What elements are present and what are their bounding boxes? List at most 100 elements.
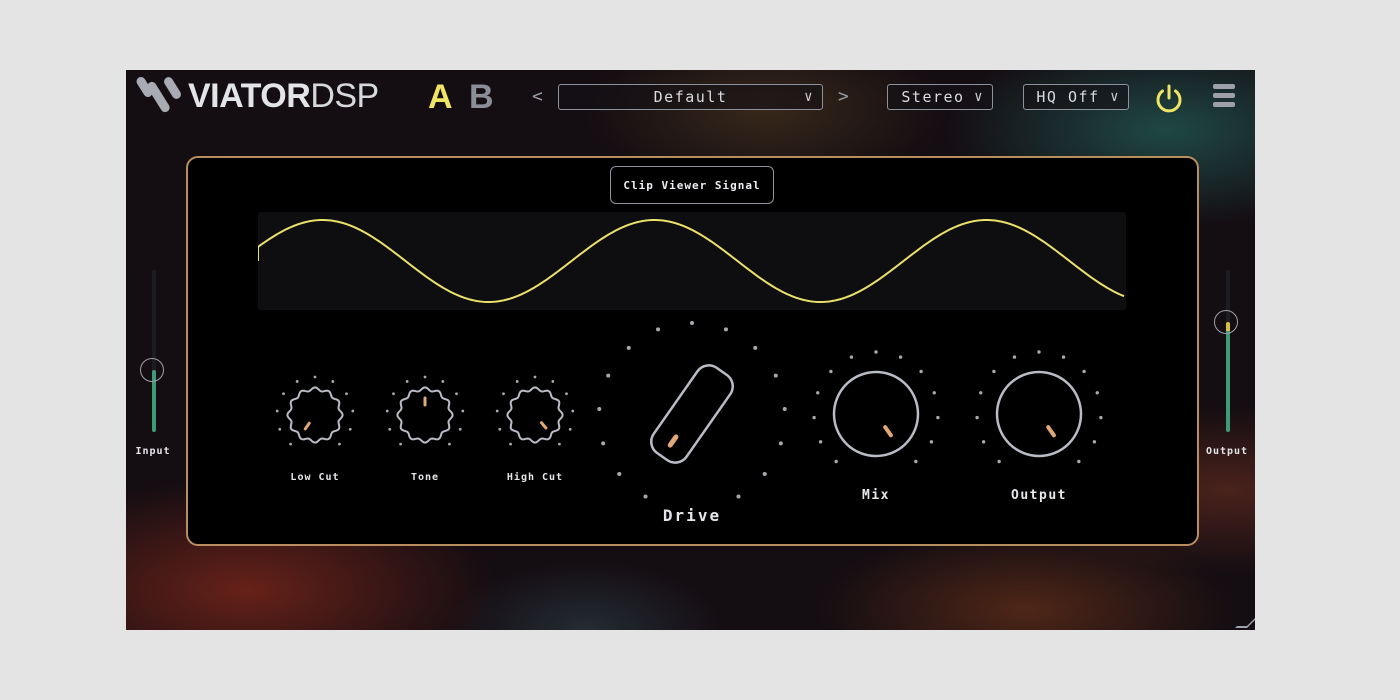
output-knob-tick [1099, 415, 1103, 420]
mix-knob-tick [829, 369, 833, 374]
tone-knob-tick [458, 427, 462, 431]
low-cut-knob-tick [295, 380, 299, 383]
drive-knob[interactable] [646, 360, 738, 468]
quality-value: HQ Off [1036, 88, 1100, 106]
drive-knob-tick [601, 441, 606, 446]
high-cut-knob-tick [568, 427, 572, 431]
drive-knob-body[interactable] [646, 360, 738, 468]
high-cut-knob-tick [571, 409, 575, 413]
tone-knob-tick [455, 392, 458, 396]
preset-name: Default [653, 88, 728, 106]
mix-label: Mix [862, 488, 890, 503]
input-slider[interactable] [140, 270, 164, 432]
output-knob-tick [981, 440, 986, 444]
high-cut-knob[interactable] [506, 386, 564, 444]
drive-knob-tick [643, 494, 648, 499]
channel-mode-dropdown[interactable]: Stereo ∨ [887, 84, 993, 110]
mix-knob-indicator [883, 425, 893, 438]
tone-knob-tick [385, 409, 389, 413]
low-cut-knob-indicator [303, 421, 311, 431]
high-cut-knob-tick [498, 427, 502, 431]
drive-knob-tick [656, 327, 661, 332]
mix-knob-tick [849, 355, 854, 359]
output-knob-tick [997, 459, 1001, 464]
output-knob-tick [1092, 440, 1097, 444]
drive-knob-tick [773, 373, 778, 378]
output-knob-tick [1012, 355, 1017, 359]
low-cut-knob-tick [331, 380, 335, 383]
chevron-down-icon: ∨ [804, 89, 814, 105]
output-knob-tick [1037, 350, 1041, 354]
high-cut-knob-tick [515, 380, 519, 383]
high-cut-knob-tick [509, 442, 512, 446]
input-slider-thumb[interactable] [140, 358, 164, 382]
low-cut-knob-tick [282, 392, 285, 396]
drive-knob-tick [690, 321, 694, 325]
low-cut-knob-tick [289, 442, 292, 446]
high-cut-knob-tick [558, 442, 561, 446]
input-label: Input [135, 446, 171, 457]
drive-knob-tick [782, 407, 787, 412]
tone-knob-tick [392, 392, 395, 396]
tone-knob[interactable] [396, 386, 454, 444]
viator-logo-icon [130, 74, 183, 118]
channel-mode-value: Stereo [901, 88, 965, 106]
high-cut-knob-tick [565, 392, 568, 396]
output-knob-tick [1095, 391, 1099, 395]
quality-dropdown[interactable]: HQ Off ∨ [1023, 84, 1129, 110]
output-knob-label: Output [1011, 488, 1067, 503]
drive-knob-tick [778, 441, 783, 446]
output-slider-thumb[interactable] [1214, 310, 1238, 334]
chevron-down-icon: ∨ [1110, 89, 1120, 105]
plugin-window: VIATORDSP A B < Default ∨ > Stereo ∨ HQ … [126, 70, 1255, 630]
low-cut-knob-tick [313, 375, 317, 379]
output-knob-tick [979, 391, 983, 395]
output-side-label: Output [1205, 446, 1249, 457]
output-knob-tick [992, 369, 996, 374]
low-cut-label: Low Cut [290, 472, 340, 483]
high-cut-knob-tick [533, 375, 537, 379]
low-cut-knob-tick [345, 392, 348, 396]
mix-knob-tick [936, 415, 940, 420]
ab-a-button[interactable]: A [428, 78, 453, 117]
output-knob-tick [1077, 459, 1081, 464]
tone-knob-tick [405, 380, 409, 383]
mix-knob-tick [932, 391, 936, 395]
mix-knob[interactable] [832, 370, 920, 458]
low-cut-knob-tick [275, 409, 279, 413]
low-cut-knob-tick [351, 409, 355, 413]
chevron-down-icon: ∨ [974, 89, 984, 105]
high-cut-knob-tick [495, 409, 499, 413]
tone-knob-tick [423, 375, 427, 379]
mix-knob-tick [929, 440, 934, 444]
output-knob-tick [975, 415, 979, 420]
ab-b-button[interactable]: B [469, 78, 494, 117]
output-knob[interactable] [995, 370, 1083, 458]
drive-label: Drive [662, 506, 722, 525]
drive-knob-tick [753, 345, 758, 350]
prev-preset-arrow[interactable]: < [532, 86, 543, 107]
output-slider[interactable] [1214, 270, 1238, 432]
high-cut-label: High Cut [506, 472, 564, 483]
tone-label: Tone [410, 472, 440, 483]
tone-knob-tick [448, 442, 451, 446]
power-icon[interactable] [1152, 82, 1186, 116]
drive-knob-tick [723, 327, 728, 332]
mix-knob-tick [898, 355, 903, 359]
preset-dropdown[interactable]: Default ∨ [558, 84, 823, 110]
resize-handle[interactable] [1235, 616, 1255, 628]
mix-knob-tick [816, 391, 820, 395]
tone-knob-tick [461, 409, 465, 413]
hamburger-menu-icon[interactable] [1213, 84, 1235, 111]
high-cut-knob-tick [551, 380, 555, 383]
low-cut-knob[interactable] [286, 386, 344, 444]
mix-knob-tick [919, 369, 923, 374]
high-cut-knob-indicator [539, 421, 548, 430]
tone-knob-tick [441, 380, 445, 383]
drive-knob-tick [606, 373, 611, 378]
drive-knob-tick [736, 494, 741, 499]
mix-knob-tick [812, 415, 816, 420]
low-cut-knob-tick [278, 427, 282, 431]
drive-knob-tick [597, 407, 602, 412]
next-preset-arrow[interactable]: > [838, 86, 849, 107]
